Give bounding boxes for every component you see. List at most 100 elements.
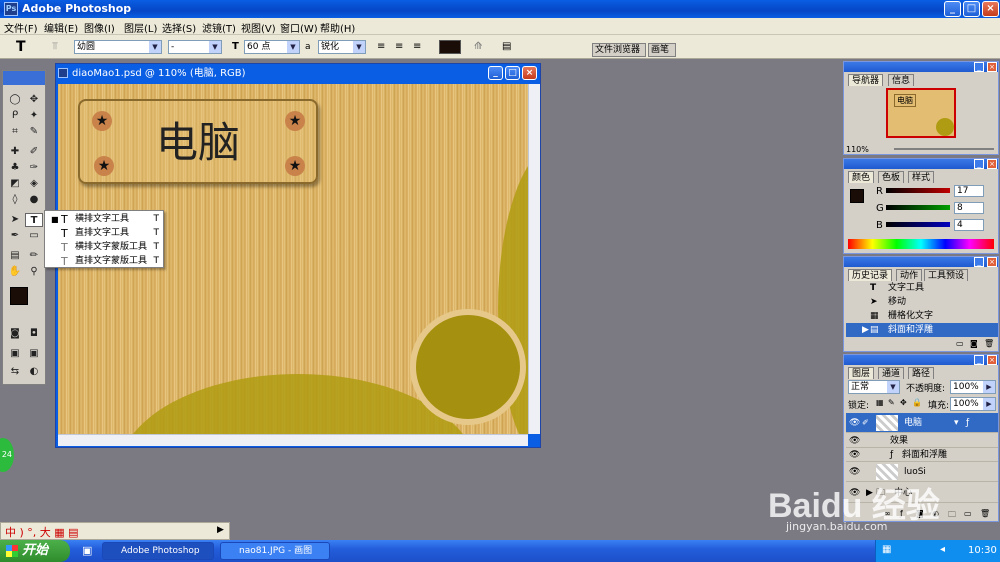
dodge-tool-icon[interactable]: ● bbox=[25, 193, 43, 207]
file-browser-tab[interactable]: 文件浏览器 bbox=[592, 43, 646, 57]
blend-mode-select[interactable]: 正常 ▼ bbox=[848, 380, 900, 394]
panel-close-button[interactable]: × bbox=[987, 355, 997, 365]
channel-b-slider[interactable] bbox=[886, 222, 950, 227]
foreground-color-swatch[interactable] bbox=[10, 287, 28, 305]
panel-minimize-button[interactable]: _ bbox=[974, 62, 984, 72]
layer-row-selected[interactable]: 👁 ✐ 电脑 ▾ ƒ bbox=[846, 413, 998, 433]
tab-paths[interactable]: 路径 bbox=[908, 367, 935, 379]
minimize-button[interactable]: _ bbox=[944, 1, 961, 17]
tab-tool-presets[interactable]: 工具预设 bbox=[924, 269, 969, 281]
lock-transparency-icon[interactable]: ▦ bbox=[876, 398, 884, 407]
lasso-tool-icon[interactable]: ᑭ bbox=[6, 109, 24, 123]
text-orientation-icon[interactable]: ⫪ bbox=[52, 39, 58, 55]
channel-b-value[interactable]: 4 bbox=[954, 219, 984, 231]
align-center-icon[interactable]: ≡ bbox=[395, 39, 403, 55]
maximize-button[interactable]: □ bbox=[963, 1, 980, 17]
marquee-tool-icon[interactable]: ◯ bbox=[6, 93, 24, 107]
start-button[interactable]: 开始 bbox=[0, 540, 70, 562]
history-item[interactable]: ➤ 移动 bbox=[846, 295, 998, 309]
tab-navigator[interactable]: 导航器 bbox=[848, 74, 884, 86]
new-layer-icon[interactable]: ▭ bbox=[964, 509, 972, 518]
doc-maximize-button[interactable]: □ bbox=[505, 66, 520, 80]
quicklaunch-icon[interactable]: ▣ bbox=[82, 544, 92, 557]
tab-channels[interactable]: 通道 bbox=[878, 367, 905, 379]
navigator-zoom[interactable]: 110% bbox=[846, 145, 869, 154]
eyedropper-icon[interactable]: ✏ bbox=[25, 249, 43, 263]
standard-mode-icon[interactable]: ◙ bbox=[6, 327, 24, 341]
tab-styles[interactable]: 样式 bbox=[908, 171, 935, 183]
quickmask-mode-icon[interactable]: ◘ bbox=[25, 327, 43, 341]
history-brush-icon[interactable]: ✑ bbox=[25, 161, 43, 175]
menu-view[interactable]: 视图(V) bbox=[241, 20, 276, 35]
eraser-tool-icon[interactable]: ◩ bbox=[6, 177, 24, 191]
slice-tool-icon[interactable]: ✎ bbox=[25, 125, 43, 139]
menu-filter[interactable]: 滤镜(T) bbox=[202, 20, 236, 35]
fill-input[interactable]: 100% ▶ bbox=[950, 397, 996, 411]
tab-color[interactable]: 颜色 bbox=[848, 171, 875, 183]
panel-minimize-button[interactable]: _ bbox=[974, 159, 984, 169]
paint-bucket-icon[interactable]: ◈ bbox=[25, 177, 43, 191]
history-item[interactable]: ▦ 栅格化文字 bbox=[846, 309, 998, 323]
trash-icon[interactable]: 🗑 bbox=[980, 509, 990, 518]
tab-info[interactable]: 信息 bbox=[888, 74, 915, 86]
menu-window[interactable]: 窗口(W) bbox=[280, 20, 318, 35]
flyout-horizontal-type[interactable]: ■ T 横排文字工具 T bbox=[49, 213, 161, 226]
history-item[interactable]: T 文字工具 bbox=[846, 281, 998, 295]
healing-brush-icon[interactable]: ✚ bbox=[6, 145, 24, 159]
jump-icon[interactable]: ◐ bbox=[25, 365, 43, 379]
brush-tool-icon[interactable]: ✐ bbox=[25, 145, 43, 159]
history-item-selected[interactable]: ▶ ▤ 斜面和浮雕 bbox=[846, 323, 998, 337]
panel-minimize-button[interactable]: _ bbox=[974, 355, 984, 365]
zoom-slider[interactable] bbox=[894, 148, 994, 150]
screen-mode-icon[interactable]: ▣ bbox=[6, 347, 24, 361]
brushes-tab[interactable]: 画笔 bbox=[648, 43, 676, 57]
menu-layer[interactable]: 图层(L) bbox=[124, 20, 157, 35]
magic-wand-icon[interactable]: ✦ bbox=[25, 109, 43, 123]
doc-close-button[interactable]: × bbox=[522, 66, 537, 80]
navigator-thumbnail[interactable]: 电脑 bbox=[886, 88, 956, 138]
flyout-horizontal-mask[interactable]: T 横排文字蒙版工具 T bbox=[49, 241, 161, 254]
tool-preset-icon[interactable]: T bbox=[16, 39, 26, 55]
menu-file[interactable]: 文件(F) bbox=[4, 20, 38, 35]
task-photoshop[interactable]: Adobe Photoshop bbox=[102, 542, 214, 560]
layer-effect-row[interactable]: 👁 ƒ 斜面和浮雕 bbox=[846, 448, 998, 462]
panel-minimize-button[interactable]: _ bbox=[974, 257, 984, 267]
align-right-icon[interactable]: ≡ bbox=[413, 39, 421, 55]
lock-image-icon[interactable]: ✎ bbox=[888, 398, 895, 407]
panel-close-button[interactable]: × bbox=[987, 159, 997, 169]
font-size-select[interactable]: 60 点 ▼ bbox=[244, 40, 300, 54]
warp-text-icon[interactable]: ⟰ bbox=[474, 39, 482, 55]
fg-color-chip[interactable] bbox=[850, 189, 864, 203]
clone-stamp-icon[interactable]: ♣ bbox=[6, 161, 24, 175]
channel-r-value[interactable]: 17 bbox=[954, 185, 984, 197]
channel-r-slider[interactable] bbox=[886, 188, 950, 193]
new-document-icon[interactable]: ▭ bbox=[956, 339, 964, 348]
trash-icon[interactable]: 🗑 bbox=[984, 339, 994, 348]
volume-icon[interactable]: ◂ bbox=[940, 544, 945, 555]
zoom-tool-icon[interactable]: ⚲ bbox=[25, 265, 43, 279]
path-selection-icon[interactable]: ➤ bbox=[6, 213, 24, 227]
crop-tool-icon[interactable]: ⌗ bbox=[6, 125, 24, 139]
ime-indicator[interactable]: 中 ) °, 大 ▦ ▤ bbox=[5, 524, 79, 540]
tab-actions[interactable]: 动作 bbox=[896, 269, 923, 281]
doc-minimize-button[interactable]: _ bbox=[488, 66, 503, 80]
palettes-icon[interactable]: ▤ bbox=[502, 39, 511, 55]
panel-close-button[interactable]: × bbox=[987, 62, 997, 72]
lock-position-icon[interactable]: ✥ bbox=[900, 398, 907, 407]
channel-g-value[interactable]: 8 bbox=[954, 202, 984, 214]
vertical-scrollbar[interactable] bbox=[528, 84, 540, 434]
network-icon[interactable]: ▦ bbox=[882, 544, 891, 555]
type-tool-icon[interactable]: T bbox=[25, 213, 43, 227]
new-snapshot-icon[interactable]: ◙ bbox=[970, 339, 978, 348]
pen-tool-icon[interactable]: ✒ bbox=[6, 229, 24, 243]
font-style-select[interactable]: - ▼ bbox=[168, 40, 222, 54]
menu-help[interactable]: 帮助(H) bbox=[320, 20, 355, 35]
blur-tool-icon[interactable]: ◊ bbox=[6, 193, 24, 207]
imageready-icon[interactable]: ⇆ bbox=[6, 365, 24, 379]
flyout-vertical-type[interactable]: T 直排文字工具 T bbox=[49, 227, 161, 240]
tab-swatches[interactable]: 色板 bbox=[878, 171, 905, 183]
notes-tool-icon[interactable]: ▤ bbox=[6, 249, 24, 263]
opacity-input[interactable]: 100% ▶ bbox=[950, 380, 996, 394]
horizontal-scrollbar[interactable] bbox=[58, 434, 528, 446]
flyout-vertical-mask[interactable]: T 直排文字蒙版工具 T bbox=[49, 255, 161, 268]
